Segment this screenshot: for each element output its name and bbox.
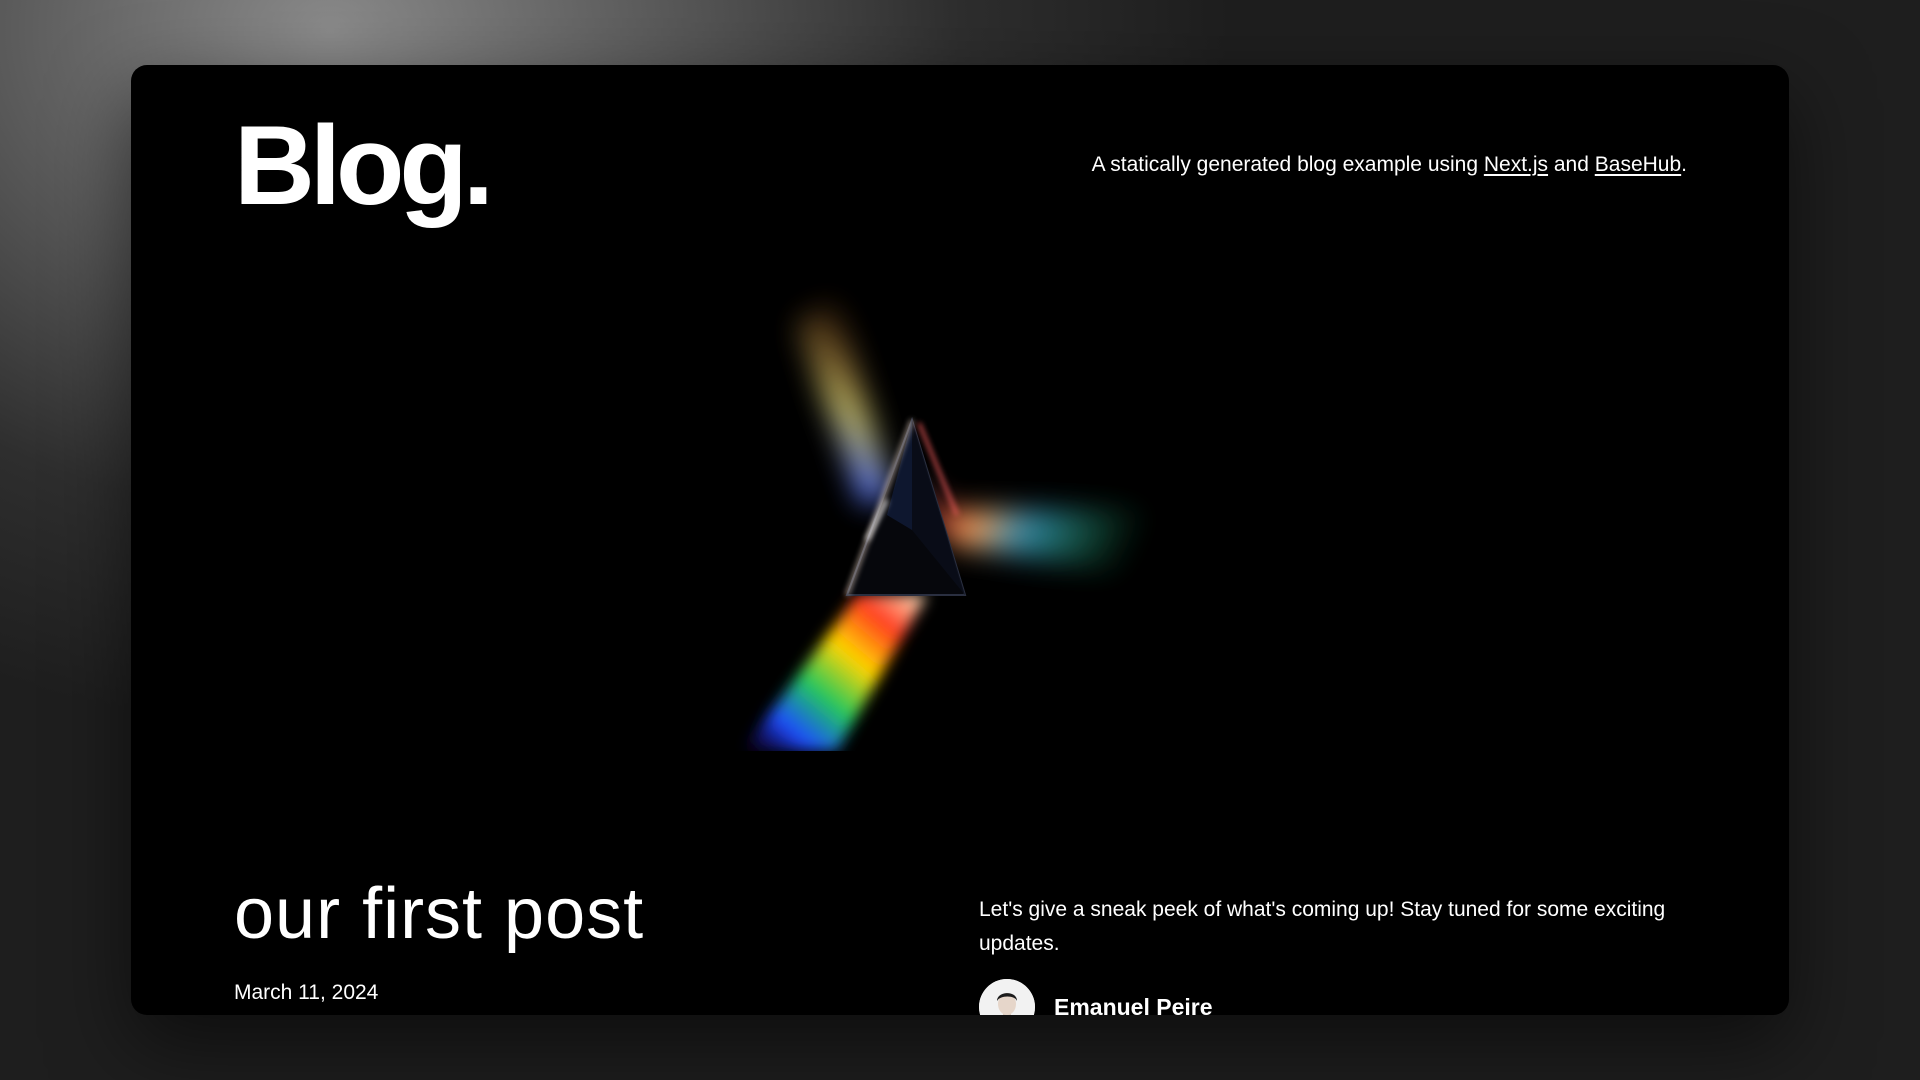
avatar-icon	[979, 979, 1035, 1015]
prism-image	[687, 265, 1233, 751]
author-name: Emanuel Peire	[1054, 993, 1213, 1016]
tagline-suffix: .	[1681, 153, 1687, 176]
site-tagline: A statically generated blog example usin…	[1092, 153, 1687, 177]
author-avatar	[979, 979, 1035, 1015]
blog-card: Blog. A statically generated blog exampl…	[131, 65, 1789, 1015]
basehub-link[interactable]: BaseHub	[1595, 153, 1681, 176]
hero-image[interactable]	[687, 265, 1233, 751]
tagline-prefix: A statically generated blog example usin…	[1091, 153, 1484, 176]
nextjs-link[interactable]: Next.js	[1484, 153, 1548, 176]
tagline-and: and	[1548, 153, 1595, 176]
post-date: March 11, 2024	[234, 981, 379, 1004]
post-excerpt: Let's give a sneak peek of what's coming…	[979, 898, 1666, 955]
site-logo[interactable]: Blog.	[234, 99, 494, 233]
post-author: Emanuel Peire	[979, 979, 1213, 1015]
post-title[interactable]: our first post	[234, 874, 644, 954]
